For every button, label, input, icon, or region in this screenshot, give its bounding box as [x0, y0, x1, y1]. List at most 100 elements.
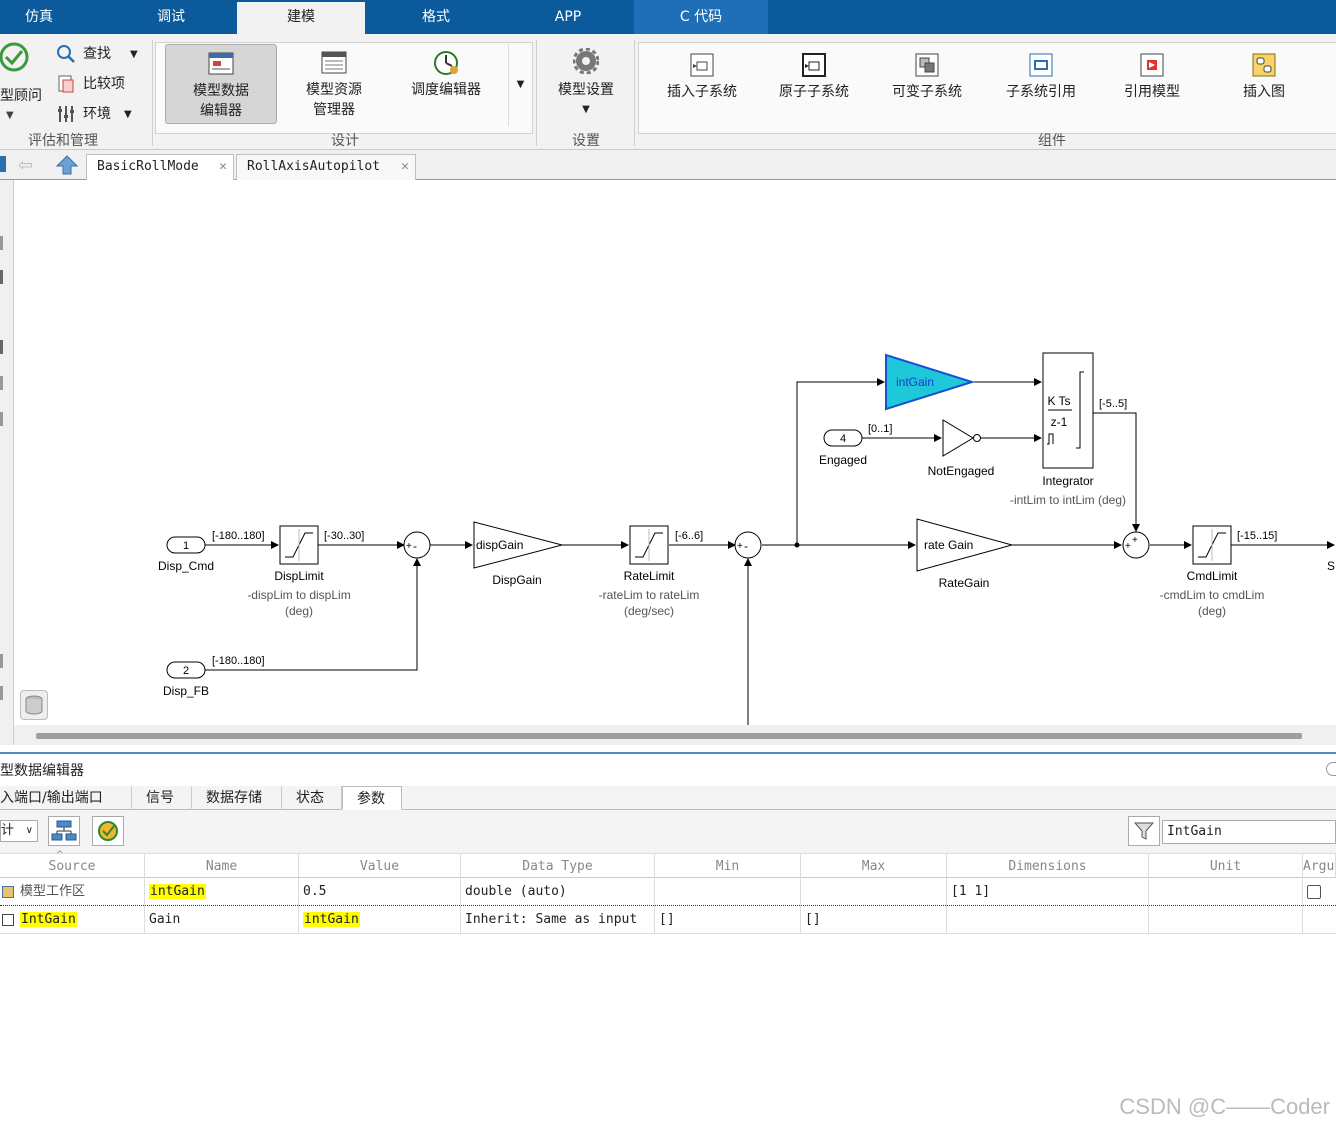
- min-cell[interactable]: [655, 878, 801, 906]
- refresh-button[interactable]: [92, 816, 124, 846]
- chevron-down-icon[interactable]: ▼: [6, 106, 14, 126]
- insert-chart-button[interactable]: 插入图: [1222, 52, 1306, 102]
- tab-debug[interactable]: 调试: [118, 0, 224, 34]
- scrollbar-thumb[interactable]: [36, 733, 1302, 739]
- model-data-editor-button[interactable]: 模型数据 编辑器: [165, 44, 277, 124]
- tab-apps[interactable]: APP: [506, 0, 630, 34]
- view-filter-dropdown[interactable]: 计 ∨: [0, 820, 38, 842]
- dimensions-cell[interactable]: [947, 906, 1149, 934]
- column-header[interactable]: Unit: [1149, 854, 1303, 878]
- datatype-cell[interactable]: double (auto): [461, 878, 655, 906]
- tab-modeling[interactable]: 建模: [237, 2, 365, 34]
- tab-inports-outports[interactable]: 入端口/输出端口: [0, 786, 132, 810]
- model-canvas[interactable]: 1 Disp_Cmd [-180..180] DispLimit -dispLi…: [14, 180, 1336, 725]
- close-icon[interactable]: ✕: [219, 155, 227, 179]
- gain-parameter: intGain: [896, 375, 934, 389]
- tab-label: BasicRollMode: [97, 159, 199, 174]
- signal-range-label: [-30..30]: [324, 530, 364, 542]
- mde-label-1: 模型数据: [193, 83, 249, 99]
- column-header[interactable]: Max: [801, 854, 947, 878]
- column-header[interactable]: Value: [299, 854, 461, 878]
- column-header[interactable]: Name: [145, 854, 299, 878]
- insert-subsystem-button[interactable]: 插入子系统: [660, 52, 744, 102]
- chevron-down-icon[interactable]: ▼: [124, 105, 132, 125]
- workspace-icon: [2, 886, 14, 898]
- tab-signals[interactable]: 信号: [132, 786, 192, 810]
- tab-simulation[interactable]: 仿真: [0, 0, 78, 34]
- tab-rollaxisautopilot[interactable]: RollAxisAutopilot ✕: [236, 154, 416, 180]
- toolstrip-tabs: 仿真 调试 建模 格式 APP C 代码: [0, 0, 1336, 34]
- highlighted-text: intGain: [303, 912, 360, 927]
- unit-cell[interactable]: [1149, 878, 1303, 906]
- sum-sign: -: [744, 539, 748, 553]
- argument-checkbox[interactable]: [1307, 885, 1321, 899]
- schedule-editor-button[interactable]: 调度编辑器: [396, 50, 496, 100]
- signal-range-label: [-180..180]: [212, 655, 265, 667]
- column-header[interactable]: Dimensions: [947, 854, 1149, 878]
- tab-parameters[interactable]: 参数: [342, 786, 402, 810]
- table-row[interactable]: 模型工作区 intGain 0.5 double (auto) [1 1]: [0, 878, 1336, 906]
- mde-label-2: 编辑器: [200, 103, 242, 119]
- close-icon[interactable]: ✕: [401, 155, 409, 179]
- database-icon[interactable]: [20, 690, 48, 720]
- tab-states[interactable]: 状态: [282, 786, 342, 810]
- column-header[interactable]: Data Type: [461, 854, 655, 878]
- gain-parameter: dispGain: [476, 538, 523, 552]
- subsystem-reference-button[interactable]: 子系统引用: [998, 52, 1084, 102]
- model-explorer-button[interactable]: 模型资源 管理器: [290, 50, 378, 120]
- tab-basicrollmode[interactable]: BasicRollMode ✕: [86, 154, 234, 180]
- max-cell[interactable]: []: [801, 906, 947, 934]
- item-label: 插入图: [1243, 84, 1285, 100]
- component-section-label: 组件: [1038, 133, 1066, 149]
- model-settings-button[interactable]: 模型设置 ▼: [546, 47, 626, 120]
- name-cell[interactable]: intGain: [145, 878, 299, 906]
- name-cell[interactable]: Gain: [145, 906, 299, 934]
- model-reference-icon: [1139, 52, 1165, 78]
- hierarchy-icon: [51, 820, 77, 841]
- up-arrow-icon[interactable]: [55, 154, 79, 180]
- min-cell[interactable]: []: [655, 906, 801, 934]
- back-arrow-icon[interactable]: ⇦: [18, 155, 33, 176]
- chevron-down-icon[interactable]: ▼: [546, 100, 626, 120]
- hierarchy-button[interactable]: [48, 816, 80, 846]
- variant-subsystem-button[interactable]: 可变子系统: [884, 52, 970, 102]
- column-header[interactable]: Min: [655, 854, 801, 878]
- horizontal-scrollbar[interactable]: [14, 725, 1336, 745]
- search-icon: [56, 44, 76, 68]
- signal-line[interactable]: [1093, 412, 1140, 532]
- logic-not-block[interactable]: [942, 419, 974, 457]
- model-reference-button[interactable]: 引用模型: [1110, 52, 1194, 102]
- environment-button[interactable]: 环境: [83, 104, 111, 124]
- search-input[interactable]: IntGain: [1162, 820, 1336, 844]
- find-button[interactable]: 查找: [83, 44, 111, 64]
- dimensions-cell[interactable]: [1 1]: [947, 878, 1149, 906]
- tab-data-stores[interactable]: 数据存储: [192, 786, 282, 810]
- tab-c-code[interactable]: C 代码: [634, 0, 768, 34]
- source-cell[interactable]: IntGain: [16, 906, 145, 934]
- column-header[interactable]: Argu: [1303, 854, 1336, 878]
- block-annotation: -intLim to intLim (deg): [1010, 493, 1126, 507]
- value-cell[interactable]: 0.5: [299, 878, 461, 906]
- model-advisor-button[interactable]: 型顾问: [0, 86, 42, 106]
- block-annotation: -cmdLim to cmdLim: [1160, 588, 1265, 602]
- integrator-numerator: K Ts: [1047, 394, 1070, 408]
- max-cell[interactable]: [801, 878, 947, 906]
- highlighted-text: intGain: [149, 884, 206, 899]
- panel-menu-icon[interactable]: [1326, 762, 1336, 776]
- filter-button[interactable]: [1128, 816, 1160, 846]
- atomic-subsystem-button[interactable]: 原子子系统: [772, 52, 856, 102]
- sum-sign: +: [1125, 541, 1131, 552]
- column-header[interactable]: Source: [0, 854, 145, 878]
- compare-button[interactable]: 比较项: [83, 74, 125, 94]
- gallery-expand-icon[interactable]: ▼: [508, 44, 532, 126]
- subsystem-reference-icon: [1028, 52, 1054, 78]
- table-row[interactable]: IntGain Gain intGain Inherit: Same as in…: [0, 906, 1336, 934]
- inport-number: 1: [183, 540, 189, 552]
- datatype-cell[interactable]: Inherit: Same as input: [461, 906, 655, 934]
- tab-format[interactable]: 格式: [382, 0, 490, 34]
- value-cell[interactable]: intGain: [299, 906, 461, 934]
- unit-cell[interactable]: [1149, 906, 1303, 934]
- item-label: 子系统引用: [1006, 84, 1076, 100]
- chevron-down-icon[interactable]: ▼: [130, 45, 138, 65]
- block-name: S: [1327, 559, 1335, 573]
